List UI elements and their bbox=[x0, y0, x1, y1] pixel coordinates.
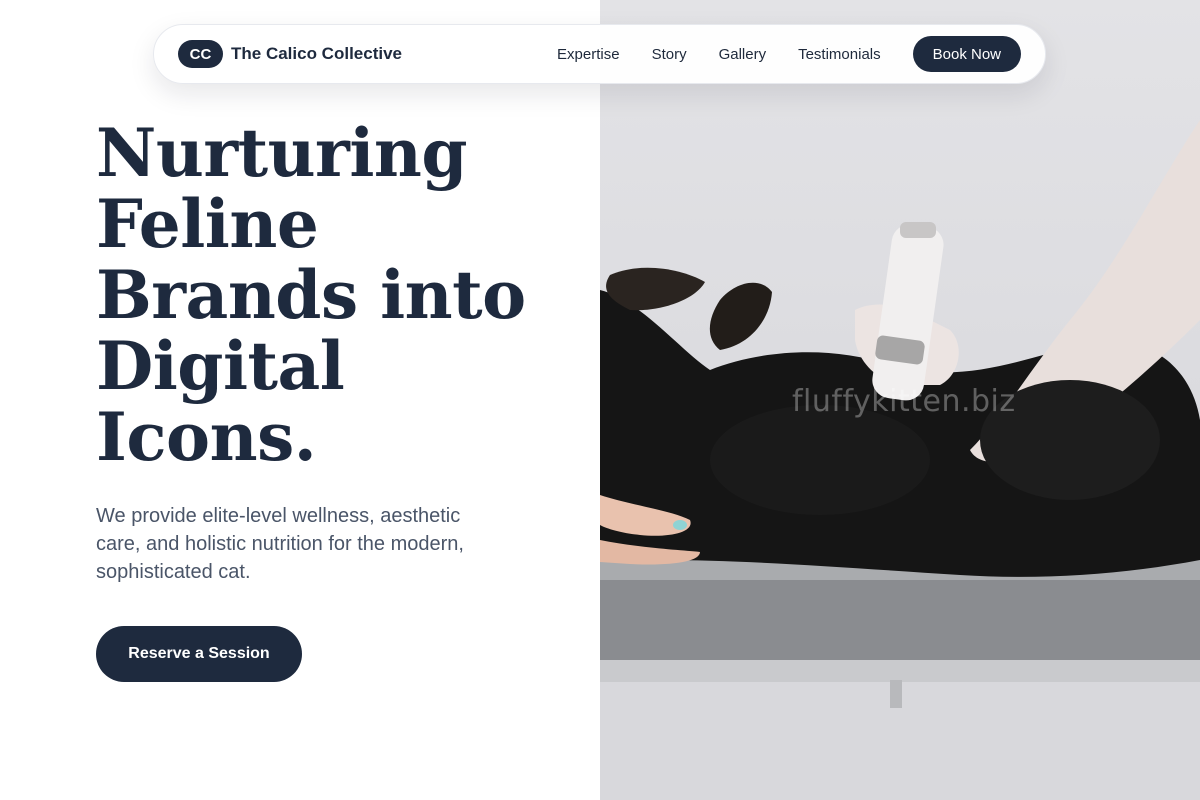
hero-photo: fluffykitten.biz bbox=[600, 0, 1200, 800]
logo-badge[interactable]: CC bbox=[178, 40, 223, 68]
nav-link-testimonials[interactable]: Testimonials bbox=[798, 46, 881, 63]
hero-headline: Nurturing Feline Brands into Digital Ico… bbox=[96, 114, 526, 476]
nav-link-gallery[interactable]: Gallery bbox=[719, 46, 767, 63]
brand-name[interactable]: The Calico Collective bbox=[231, 44, 402, 64]
reserve-session-button[interactable]: Reserve a Session bbox=[96, 626, 302, 682]
top-nav: CC The Calico Collective Expertise Story… bbox=[153, 24, 1046, 84]
nav-link-expertise[interactable]: Expertise bbox=[557, 46, 620, 63]
nav-links: Expertise Story Gallery Testimonials Boo… bbox=[557, 36, 1021, 72]
hero-subtext: We provide elite-level wellness, aesthet… bbox=[96, 505, 464, 583]
nav-link-story[interactable]: Story bbox=[652, 46, 687, 63]
book-now-button[interactable]: Book Now bbox=[912, 36, 1021, 72]
watermark-text: fluffykitten.biz bbox=[792, 384, 1016, 419]
